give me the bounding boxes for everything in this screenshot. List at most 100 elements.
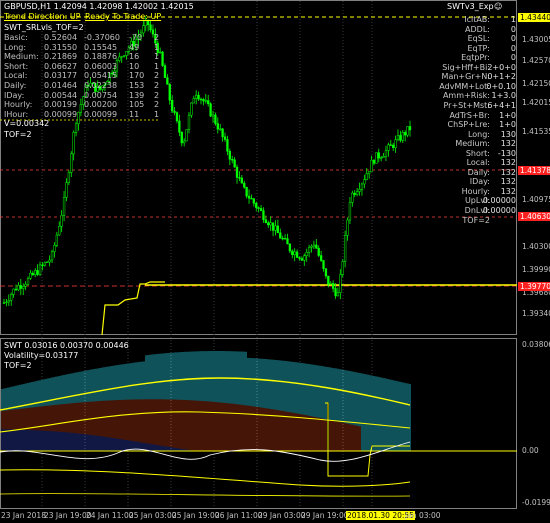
status-label: Long:	[467, 129, 490, 139]
time-axis-label: 26 Jan 11:00	[215, 511, 263, 520]
time-axis-label: 24 Jan 11:00	[86, 511, 134, 520]
info-cell-d: 1	[154, 109, 160, 119]
sub-axis-top: 0.03806	[522, 340, 550, 349]
candle-body	[281, 237, 284, 240]
candle-body	[264, 219, 268, 223]
candle-body	[247, 195, 251, 199]
candle-body	[2, 302, 6, 304]
info-cell-a: 0.52604	[44, 33, 78, 42]
status-value: 132	[500, 139, 516, 149]
candle-body	[34, 270, 37, 276]
candle-body	[14, 288, 18, 291]
info-cell-d: 1	[154, 42, 160, 52]
candle-body	[58, 226, 61, 236]
candle-body	[180, 132, 183, 144]
candle-body	[370, 159, 373, 172]
candle-body	[199, 98, 203, 101]
candle-body	[334, 288, 337, 297]
candle-body	[259, 208, 263, 211]
candle-body	[382, 156, 385, 158]
candle-body	[195, 94, 198, 99]
info-cell-label: Basic:	[4, 33, 28, 42]
candle-body	[17, 285, 20, 291]
candle-body	[142, 25, 145, 34]
info-cell-label: Long:	[4, 42, 27, 52]
candle-body	[43, 262, 46, 266]
candle-body	[185, 129, 188, 142]
candle-body	[368, 171, 371, 174]
price-axis-label: 1.40975	[522, 195, 550, 204]
candle-body	[322, 260, 325, 269]
status-label: Short:	[465, 148, 490, 158]
candle-body	[351, 192, 354, 203]
info-cell-d: 1	[154, 52, 160, 62]
candle-body	[408, 126, 412, 131]
info-cell-b: 0.00200	[84, 100, 118, 110]
candle-body	[331, 283, 335, 289]
sub-header-line2: Volatility=0.03177	[4, 351, 79, 360]
candle-body	[283, 238, 287, 240]
info-cell-b: -0.37060	[84, 33, 120, 42]
candle-body	[274, 225, 277, 231]
candle-body	[175, 112, 179, 122]
info-row: IHour: 0.00099 0.00099 11 1	[4, 110, 174, 119]
trend-direction-label: Trend Direction: UP	[4, 12, 81, 21]
candle-body	[365, 173, 368, 180]
info-cell-c: 139	[129, 90, 145, 100]
candle-body	[336, 292, 340, 297]
info-cell-b: 0.05415	[84, 71, 118, 81]
status-value: 0	[510, 53, 516, 63]
status-value: 6+4+1	[487, 100, 516, 110]
status-label: Hourly:	[461, 186, 490, 196]
status-value: 1	[510, 15, 516, 24]
time-axis-label: 25 Jan 03:00	[129, 511, 177, 520]
status-label: EqtpPr:	[461, 53, 490, 63]
candle-body	[252, 198, 255, 204]
info-cell-a: 0.31550	[44, 42, 78, 52]
time-axis-label: 25 Jan 19:00	[172, 511, 220, 520]
candle-body	[70, 153, 73, 173]
info-cell-label: IDay:	[4, 90, 25, 100]
status-label: IDay:	[469, 177, 490, 187]
candle-body	[279, 232, 282, 239]
status-value: 0	[510, 24, 516, 34]
price-axis-label: 1.41535	[522, 127, 550, 136]
candle-body	[339, 274, 342, 293]
candle-body	[327, 275, 330, 285]
info-cell-c: -70	[129, 33, 143, 42]
price-tag-bottom: 1.39770	[518, 282, 550, 291]
info-cell-d: 1	[154, 61, 160, 71]
candle-body	[46, 261, 49, 263]
candle-body	[298, 257, 301, 259]
candle-body	[72, 132, 75, 155]
info-cell-a: 0.03177	[44, 71, 78, 81]
info-cell-c: 10	[129, 61, 140, 71]
candle-body	[26, 277, 30, 285]
v-value: V=0.00342	[4, 119, 50, 128]
candle-body	[36, 270, 39, 275]
status-value: 130	[500, 129, 516, 139]
candle-body	[41, 264, 44, 266]
info-cell-c: 16	[129, 52, 140, 62]
info-row: Basic: 0.52604 -0.37060 -70 2	[4, 33, 174, 42]
info-cell-d: 2	[154, 81, 160, 90]
info-row: IDay: 0.00544 0.00754 139 2	[4, 91, 174, 100]
candle-body	[235, 166, 239, 178]
status-value: 132	[500, 158, 516, 168]
candle-body	[276, 225, 280, 234]
status-label: Daily:	[467, 167, 490, 177]
price-tag-mid: 1.41378	[518, 166, 550, 175]
candle-body	[65, 182, 68, 198]
candle-body	[392, 144, 395, 148]
info-cell-d: 2	[154, 71, 160, 81]
candle-body	[375, 152, 378, 164]
sub-bottom-line	[0, 493, 411, 497]
sub-axis-zero: 0.00	[522, 446, 539, 455]
candle-body	[62, 197, 66, 216]
status-label: Man+Gr+N:	[441, 72, 490, 82]
info-cell-label: Medium:	[4, 52, 39, 62]
info-cell-a: 0.00199	[44, 100, 78, 110]
price-axis-label: 1.43005	[522, 35, 550, 44]
time-axis-label: 29 Jan 19:00	[301, 511, 349, 520]
info-cell-b: 0.00099	[84, 109, 118, 119]
